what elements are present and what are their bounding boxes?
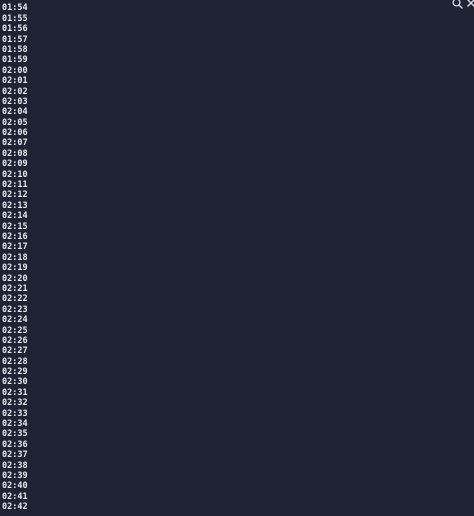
top-controls — [451, 0, 474, 9]
time-row: 02:17 — [2, 242, 28, 253]
time-row: 01:58 — [2, 44, 28, 55]
time-row: 02:23 — [2, 304, 28, 315]
time-row: 02:31 — [2, 387, 28, 398]
time-row: 01:55 — [2, 13, 28, 24]
search-button[interactable] — [451, 0, 463, 9]
time-row: 02:37 — [2, 450, 28, 461]
time-row: 02:09 — [2, 159, 28, 170]
time-row: 02:41 — [2, 491, 28, 502]
time-row: 02:36 — [2, 439, 28, 450]
time-row: 02:13 — [2, 200, 28, 211]
time-row: 02:04 — [2, 107, 28, 118]
time-row: 02:19 — [2, 263, 28, 274]
time-row: 02:14 — [2, 211, 28, 222]
time-row: 02:38 — [2, 460, 28, 471]
time-row: 02:24 — [2, 315, 28, 326]
time-row: 02:12 — [2, 190, 28, 201]
time-row: 02:00 — [2, 65, 28, 76]
time-row: 02:15 — [2, 221, 28, 232]
time-row: 02:35 — [2, 429, 28, 440]
time-row: 01:56 — [2, 24, 28, 35]
time-list: 01:5301:5401:5501:5601:5701:5801:5902:00… — [2, 0, 28, 513]
time-row: 02:20 — [2, 273, 28, 284]
time-row: 02:40 — [2, 481, 28, 492]
search-icon — [451, 0, 463, 9]
time-row: 02:28 — [2, 356, 28, 367]
time-row: 02:16 — [2, 231, 28, 242]
time-row: 02:07 — [2, 138, 28, 149]
time-row: 02:10 — [2, 169, 28, 180]
time-row: 02:02 — [2, 86, 28, 97]
time-row: 02:03 — [2, 96, 28, 107]
time-row: 02:22 — [2, 294, 28, 305]
time-row: 02:29 — [2, 367, 28, 378]
time-row: 02:30 — [2, 377, 28, 388]
time-row: 02:42 — [2, 502, 28, 513]
time-row: 02:11 — [2, 180, 28, 191]
time-row: 02:26 — [2, 335, 28, 346]
time-row: 02:21 — [2, 283, 28, 294]
time-row: 02:01 — [2, 76, 28, 87]
time-row: 02:18 — [2, 252, 28, 263]
time-row: 01:57 — [2, 34, 28, 45]
time-row: 02:05 — [2, 117, 28, 128]
time-row: 02:39 — [2, 470, 28, 481]
time-row: 02:25 — [2, 325, 28, 336]
close-icon — [466, 0, 474, 8]
time-row: 01:54 — [2, 3, 28, 14]
time-row: 01:59 — [2, 55, 28, 66]
time-row: 02:33 — [2, 408, 28, 419]
time-row: 02:06 — [2, 128, 28, 139]
time-row: 02:32 — [2, 398, 28, 409]
time-row: 02:27 — [2, 346, 28, 357]
time-row: 02:08 — [2, 148, 28, 159]
time-list-panel: 01:5301:5401:5501:5601:5701:5801:5902:00… — [0, 0, 474, 516]
close-button[interactable] — [466, 0, 474, 9]
time-row: 02:34 — [2, 419, 28, 430]
